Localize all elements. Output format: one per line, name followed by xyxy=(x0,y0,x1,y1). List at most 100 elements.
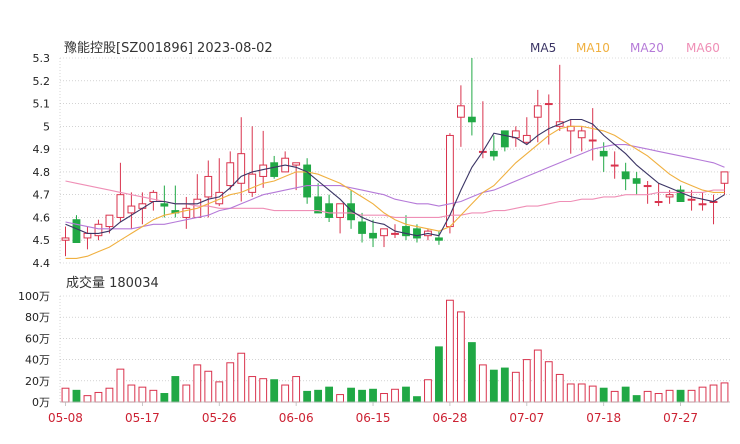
candlestick-series xyxy=(61,58,729,257)
candle-body-down xyxy=(303,164,312,198)
candle xyxy=(555,64,564,131)
volume-bar-up xyxy=(709,384,718,403)
volume-bar-up xyxy=(259,378,268,403)
candle xyxy=(347,190,355,229)
candle-body-up xyxy=(446,134,454,228)
volume-tick-label: 80万 xyxy=(25,311,50,324)
volume-bar-down xyxy=(171,376,180,403)
candle-body-up xyxy=(533,105,542,118)
volume-bar-up xyxy=(336,394,344,403)
volume-bar-up xyxy=(380,393,388,403)
candle xyxy=(369,219,377,248)
candle-body-up xyxy=(204,175,213,198)
volume-bar-down xyxy=(467,342,476,403)
candle xyxy=(566,119,575,154)
candle xyxy=(610,151,619,179)
stock-chart: 豫能控股[SZ001896] 2023-08-02 MA5 MA10 MA20 … xyxy=(18,41,730,425)
candle xyxy=(182,196,191,229)
volume-grid xyxy=(59,295,730,403)
volume-bar-up xyxy=(654,393,663,403)
volume-bar-up xyxy=(138,386,147,403)
price-tick-label: 4.6 xyxy=(33,211,51,224)
candle xyxy=(511,126,520,147)
candle xyxy=(204,160,213,218)
volume-bar-up xyxy=(511,371,520,403)
candle xyxy=(193,174,202,218)
candle-body-up xyxy=(336,203,344,218)
volume-bar-up xyxy=(446,299,454,403)
volume-bar-up xyxy=(281,384,290,403)
volume-bar-up xyxy=(456,311,465,403)
candle-body-up xyxy=(292,162,301,166)
volume-bar-down xyxy=(369,388,377,403)
candle xyxy=(643,181,652,204)
date-tick-label: 06-15 xyxy=(356,411,391,425)
volume-bar-up xyxy=(391,388,399,403)
candle xyxy=(281,151,290,173)
volume-tick-label: 100万 xyxy=(18,290,50,303)
volume-bar-up xyxy=(533,349,542,403)
candle xyxy=(478,101,487,159)
candle xyxy=(489,135,498,161)
candle-body-up xyxy=(544,103,553,106)
volume-bar-down xyxy=(160,393,169,403)
legend-ma60: MA60 xyxy=(686,41,720,55)
volume-bar-down xyxy=(358,389,366,403)
candle xyxy=(83,226,92,250)
volume-tick-label: 0万 xyxy=(32,396,50,409)
candle-body-up xyxy=(138,203,147,209)
volume-bar-up xyxy=(555,373,564,403)
volume-title: 成交量 180034 xyxy=(66,275,159,291)
candle xyxy=(402,215,410,241)
candle-body-down xyxy=(160,203,169,207)
volume-bar-up xyxy=(665,389,674,403)
volume-y-axis: 100万 80万 60万 40万 20万 0万 xyxy=(18,290,50,409)
volume-bar-up xyxy=(61,387,70,403)
legend-ma10: MA10 xyxy=(576,41,610,55)
candle-body-up xyxy=(610,164,619,167)
candle-body-down xyxy=(435,237,443,241)
candle xyxy=(687,190,696,211)
candle xyxy=(456,85,465,147)
price-tick-label: 4.8 xyxy=(33,166,51,179)
volume-bar-up xyxy=(698,386,707,403)
candle xyxy=(149,190,158,211)
candle-body-down xyxy=(599,150,608,157)
candle-body-down xyxy=(621,171,630,180)
candle xyxy=(314,183,323,214)
volume-bar-up xyxy=(127,384,136,403)
date-axis: 05-08 05-17 05-26 06-06 06-15 06-28 07-07 07-18… xyxy=(48,401,730,425)
candle-body-up xyxy=(127,205,136,214)
volume-bar-up xyxy=(182,384,191,403)
volume-bar-up xyxy=(566,383,575,403)
volume-bar-up xyxy=(588,385,597,403)
chart-title: 豫能控股[SZ001896] 2023-08-02 xyxy=(64,41,273,56)
volume-bar-up xyxy=(292,376,301,403)
candle-body-up xyxy=(687,198,696,201)
volume-bar-up xyxy=(83,395,92,403)
candle-body-up xyxy=(380,228,388,237)
date-tick-label: 05-17 xyxy=(125,411,160,425)
candle-body-down xyxy=(325,203,334,218)
volume-tick-label: 60万 xyxy=(25,332,50,345)
candle-body-up xyxy=(643,185,652,188)
candle xyxy=(500,130,509,152)
volume-bar-up xyxy=(193,364,202,403)
candle xyxy=(720,171,729,195)
volume-bar-down xyxy=(303,390,312,403)
volume-bar-down xyxy=(325,386,334,403)
date-tick-label: 06-06 xyxy=(279,411,314,425)
candle-body-down xyxy=(467,116,476,123)
volume-bar-down xyxy=(72,389,81,403)
candle xyxy=(380,228,388,248)
date-tick-label: 07-18 xyxy=(586,411,621,425)
candle-body-up xyxy=(259,164,268,177)
candle xyxy=(61,226,70,257)
volume-bar-down xyxy=(632,395,641,403)
candle-body-up xyxy=(588,139,597,142)
candle-body-down xyxy=(270,162,279,177)
candle-body-down xyxy=(72,219,81,244)
candle xyxy=(237,117,246,202)
volume-bar-up xyxy=(248,376,257,403)
candle xyxy=(325,194,334,222)
